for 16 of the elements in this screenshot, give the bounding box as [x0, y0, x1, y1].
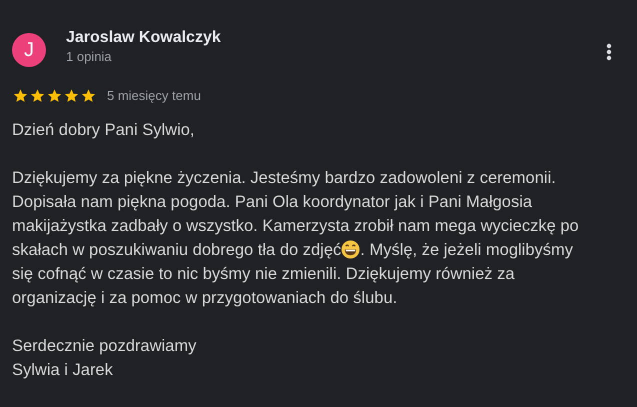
- review-text: Dzień dobry Pani Sylwio,: [12, 120, 194, 140]
- review-text: Serdecznie pozdrawiamy: [12, 336, 196, 356]
- grinning-emoji-icon: [341, 240, 360, 259]
- review-text: makijażystka zadbały o wszystko. Kamerzysta zrobił nam mega wycieczkę po: [12, 216, 579, 236]
- author-name[interactable]: Jaroslaw Kowalczyk: [66, 28, 221, 48]
- review-text: się cofnąć w czasie to nic byśmy nie zmienili. Dziękujemy również za: [12, 264, 515, 284]
- more-options-icon[interactable]: [606, 43, 612, 61]
- review-count: 1 opinia: [66, 48, 113, 66]
- review-text: . Myślę, że jeżeli moglibyśmy: [360, 240, 574, 260]
- review-text: Dopisała nam piękna pogoda. Pani Ola koordynator jak i Pani Małgosia: [12, 192, 532, 212]
- review-text: Dziękujemy za piękne życzenia. Jesteśmy bardzo zadowoleni z ceremonii.: [12, 168, 556, 188]
- review-text: organizację i za pomoc w przygotowaniach do ślubu.: [12, 288, 398, 308]
- review-text: skałach w poszukiwaniu dobrego tła do zdjęć: [12, 240, 342, 260]
- review-date: 5 miesięcy temu: [107, 87, 201, 105]
- avatar: J: [12, 33, 46, 67]
- review-text: Sylwia i Jarek: [12, 360, 113, 380]
